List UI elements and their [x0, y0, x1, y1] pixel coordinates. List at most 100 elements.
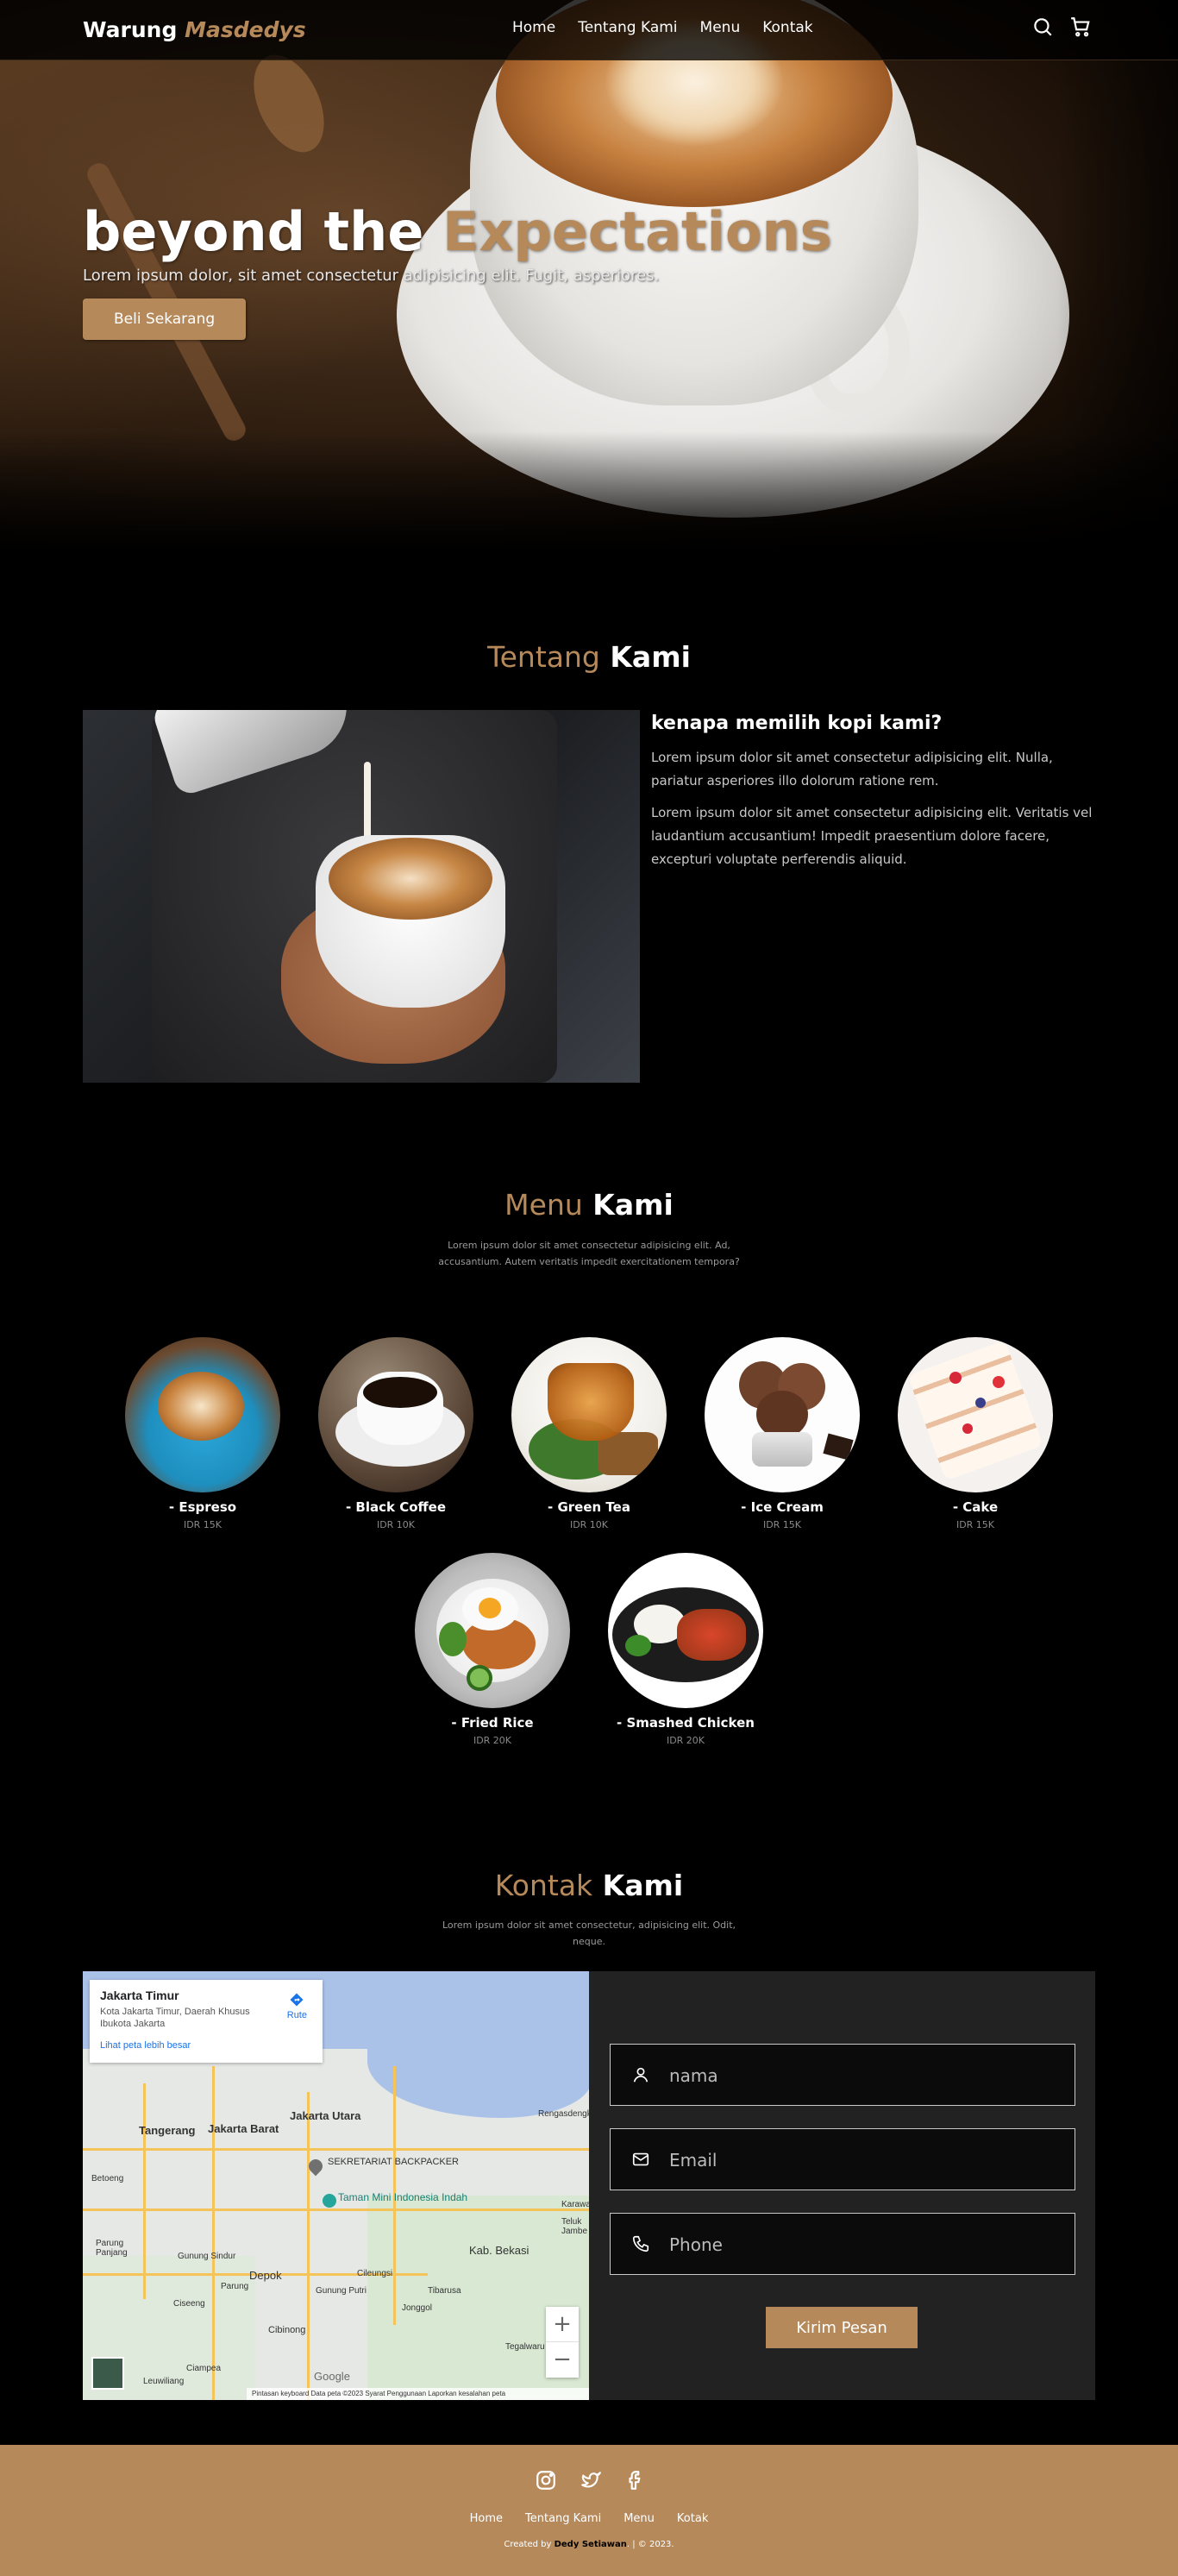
menu-item-espreso[interactable]: - Espreso IDR 15K — [116, 1337, 289, 1530]
zoom-out-button[interactable]: − — [546, 2342, 579, 2378]
hero-title: beyond the Expectations — [83, 200, 832, 263]
menu-item-price: IDR 20K — [473, 1735, 512, 1746]
cake-slice — [907, 1340, 1043, 1481]
black-coffee-liquid — [363, 1377, 437, 1408]
menu-item-smashed-chicken[interactable]: - Smashed Chicken IDR 20K — [599, 1553, 772, 1746]
footer-link-about[interactable]: Tentang Kami — [525, 2512, 601, 2525]
credit-prefix: Created by — [504, 2540, 555, 2549]
footer: Home Tentang Kami Menu Kotak Created by … — [0, 2445, 1178, 2576]
ice-cream-bowl — [752, 1432, 812, 1467]
contact-title-accent: Kontak — [494, 1869, 593, 1902]
ice-cream-scoop-3 — [756, 1391, 808, 1438]
footer-links: Home Tentang Kami Menu Kotak — [0, 2512, 1178, 2525]
menu-item-green-tea[interactable]: - Green Tea IDR 10K — [503, 1337, 675, 1530]
map-route-label: Rute — [286, 2010, 307, 2020]
menu-item-name: - Ice Cream — [741, 1499, 824, 1515]
map-road-v2 — [307, 2092, 310, 2400]
menu-item-name: - Cake — [952, 1499, 999, 1515]
map-road-h1 — [83, 2148, 589, 2151]
send-message-button[interactable]: Kirim Pesan — [766, 2307, 918, 2348]
about-title-accent: Tentang — [487, 640, 600, 674]
footer-link-contact[interactable]: Kotak — [677, 2512, 708, 2525]
name-field[interactable] — [610, 2044, 1075, 2106]
directions-icon — [290, 1993, 304, 2007]
email-field[interactable] — [610, 2128, 1075, 2190]
site-logo[interactable]: Warung Masdedys — [83, 17, 306, 42]
map-place-address: Kota Jakarta Timur, Daerah Khusus Ibukot… — [100, 2007, 250, 2029]
menu-item-price: IDR 10K — [569, 1519, 609, 1530]
map-label: Ciampea — [186, 2364, 222, 2373]
phone-field[interactable] — [610, 2213, 1075, 2275]
nav-link-contact[interactable]: Kontak — [762, 19, 812, 36]
cake-image — [898, 1337, 1053, 1492]
map-route-button[interactable]: Rute — [287, 1992, 307, 2020]
nav-link-menu[interactable]: Menu — [700, 19, 741, 36]
map-poi-icon[interactable] — [323, 2194, 336, 2208]
facebook-icon[interactable] — [624, 2469, 647, 2491]
map-label: Jakarta Utara — [290, 2109, 361, 2122]
map-label: Parung — [221, 2282, 249, 2291]
contact-form: Kirim Pesan — [589, 1971, 1095, 2400]
espreso-coffee — [158, 1372, 244, 1441]
menu-item-black-coffee[interactable]: - Black Coffee IDR 10K — [310, 1337, 482, 1530]
name-input[interactable] — [669, 2060, 1049, 2091]
nav-link-home[interactable]: Home — [512, 19, 555, 36]
map-label: Kab. Bekasi — [469, 2244, 529, 2257]
cart-icon[interactable] — [1069, 16, 1092, 38]
fried-rice-image — [415, 1553, 570, 1708]
map-label: Depok — [249, 2269, 282, 2282]
map-label: Betoeng — [91, 2174, 124, 2183]
social-links — [535, 2469, 647, 2491]
map-info-card: Jakarta Timur Kota Jakarta Timur, Daerah… — [90, 1980, 323, 2063]
contact-description: Lorem ipsum dolor sit amet consectetur, … — [442, 1919, 736, 1947]
footer-credit: Created by Dedy Setiawan. | © 2023. — [0, 2540, 1178, 2549]
about-title-main: Kami — [599, 640, 691, 674]
instagram-icon[interactable] — [535, 2469, 557, 2491]
green-tea-glass — [548, 1363, 634, 1441]
hero-subtitle: Lorem ipsum dolor, sit amet consectetur … — [83, 267, 660, 285]
fried-rice-yolk — [479, 1598, 501, 1618]
logo-main: Warung — [83, 17, 185, 42]
map-view-larger-link[interactable]: Lihat peta lebih besar — [100, 2040, 312, 2051]
satellite-toggle[interactable] — [91, 2357, 124, 2390]
menu-item-price: IDR 20K — [666, 1735, 705, 1746]
map-road-v1 — [212, 2066, 215, 2400]
smashed-chicken-veg — [625, 1635, 651, 1656]
location-map[interactable]: Jakarta Utara Jakarta Barat Tangerang SE… — [83, 1971, 589, 2400]
map-label: Ciseeng — [173, 2299, 205, 2309]
map-label: Taman Mini Indonesia Indah — [338, 2191, 468, 2203]
menu-item-name: - Green Tea — [548, 1499, 630, 1515]
twitter-icon[interactable] — [580, 2469, 602, 2491]
menu-item-name: - Fried Rice — [451, 1715, 534, 1731]
menu-item-fried-rice[interactable]: - Fried Rice IDR 20K — [406, 1553, 579, 1746]
search-icon[interactable] — [1031, 16, 1054, 38]
footer-link-home[interactable]: Home — [470, 2512, 503, 2525]
about-image-coffee — [329, 838, 492, 920]
fried-rice-lettuce — [439, 1622, 467, 1656]
map-road-v4 — [143, 2083, 146, 2299]
menu-title-accent: Menu — [504, 1188, 583, 1222]
phone-input[interactable] — [669, 2229, 1049, 2260]
map-label: Gunung Putri — [316, 2286, 367, 2296]
map-label: Jonggol — [402, 2303, 433, 2313]
about-heading: kenapa memilih kopi kami? — [651, 713, 943, 734]
menu-item-ice-cream[interactable]: - Ice Cream IDR 15K — [696, 1337, 868, 1530]
ice-cream-chocolate — [823, 1433, 854, 1461]
mail-icon — [632, 2152, 649, 2166]
menu-item-price: IDR 10K — [376, 1519, 416, 1530]
smashed-chicken-meat — [677, 1609, 746, 1661]
menu-item-price: IDR 15K — [183, 1519, 222, 1530]
footer-link-menu[interactable]: Menu — [623, 2512, 655, 2525]
menu-title-main: Kami — [582, 1188, 674, 1222]
hero-title-main: beyond the — [83, 200, 442, 263]
email-input[interactable] — [669, 2145, 1049, 2176]
zoom-in-button[interactable]: + — [546, 2307, 579, 2342]
hero-section: beyond the Expectations Lorem ipsum dolo… — [0, 0, 1178, 552]
about-paragraph-2: Lorem ipsum dolor sit amet consectetur a… — [651, 805, 1093, 867]
buy-now-button[interactable]: Beli Sekarang — [83, 298, 247, 340]
about-title: Tentang Kami — [0, 640, 1178, 674]
menu-item-cake[interactable]: - Cake IDR 15K — [889, 1337, 1062, 1530]
hero-content: beyond the Expectations Lorem ipsum dolo… — [83, 200, 832, 340]
contact-title: Kontak Kami — [0, 1869, 1178, 1902]
nav-link-about[interactable]: Tentang Kami — [578, 19, 677, 36]
